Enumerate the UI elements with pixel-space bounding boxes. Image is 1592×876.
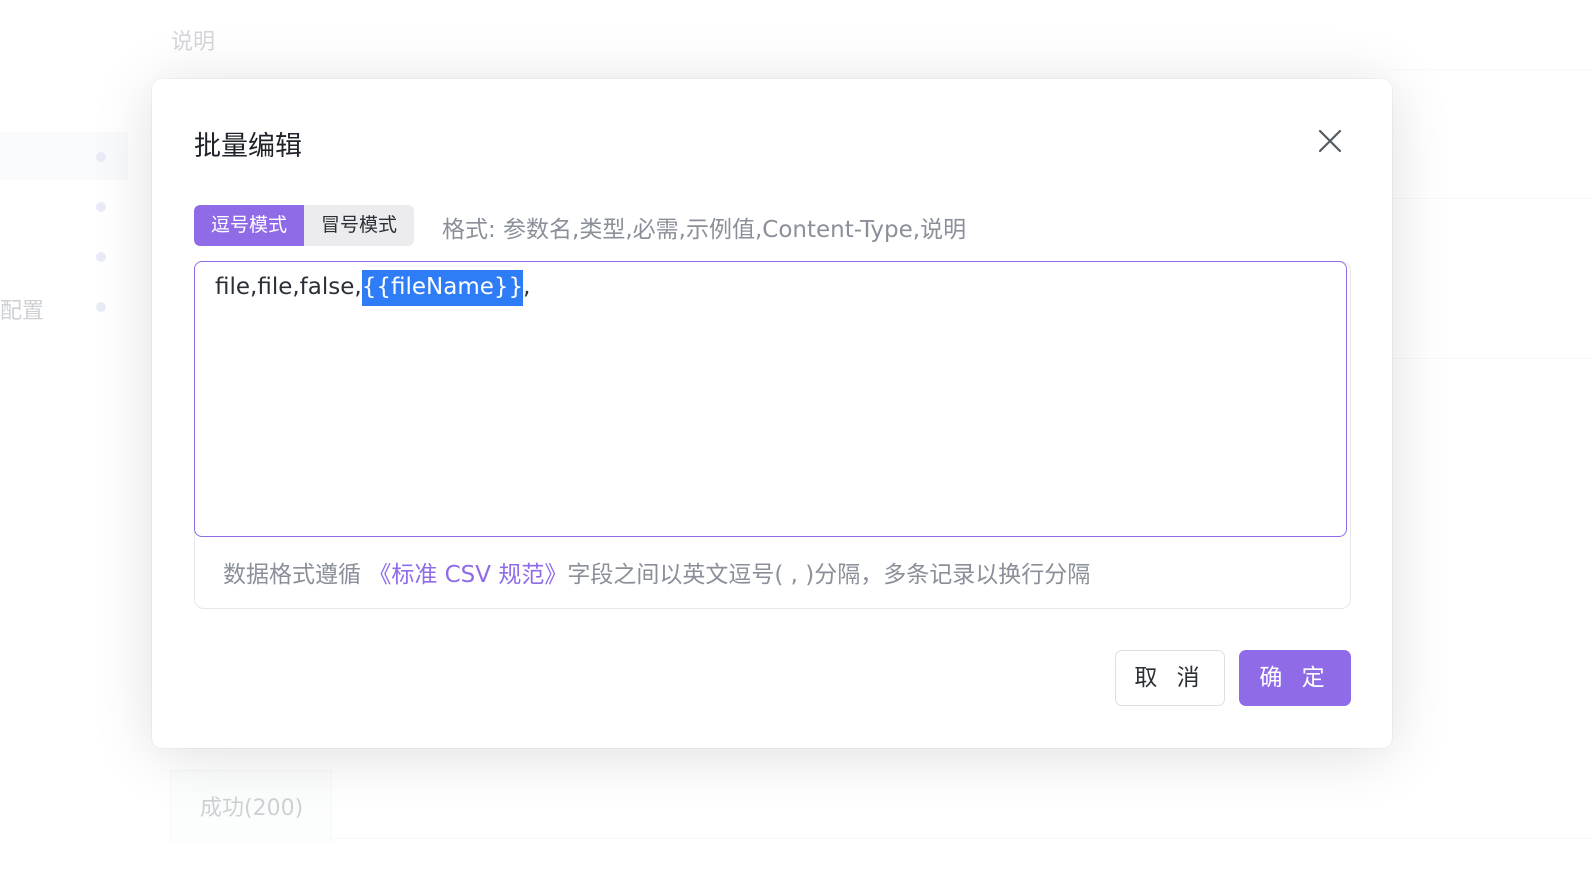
editor-text-before: file,file,false, xyxy=(215,274,362,300)
sidebar-config-label: 配置 xyxy=(0,299,45,324)
editor-text-after: , xyxy=(523,274,531,300)
editor-container: file,file,false,{{fileName}}, 数据格式遵循 《标准… xyxy=(194,261,1351,609)
sidebar-row-highlight xyxy=(0,132,128,180)
dialog-title: 批量编辑 xyxy=(194,131,302,162)
batch-edit-dialog: 批量编辑 逗号模式 冒号模式 格式: 参数名,类型,必需,示例值,Content… xyxy=(152,79,1392,748)
sidebar-dot xyxy=(96,252,106,262)
editor-content: file,file,false,{{fileName}}, xyxy=(215,270,531,306)
response-tab-label: 成功(200) xyxy=(200,796,304,821)
close-icon[interactable] xyxy=(1315,126,1345,156)
cancel-button[interactable]: 取 消 xyxy=(1115,650,1225,706)
divider xyxy=(330,838,1592,839)
mode-switch: 逗号模式 冒号模式 xyxy=(194,205,414,246)
format-hint: 格式: 参数名,类型,必需,示例值,Content-Type,说明 xyxy=(442,217,967,243)
page: 说明 配置 成功(200) 批量编辑 逗号模式 冒号模式 格式: 参数名,类型,… xyxy=(0,0,1592,876)
editor-footer-note: 数据格式遵循 《标准 CSV 规范》字段之间以英文逗号( , )分隔，多条记录以… xyxy=(223,555,1090,589)
selected-text: {{fileName}} xyxy=(361,270,524,306)
footer-prefix: 数据格式遵循 xyxy=(223,562,369,588)
colon-mode-tab[interactable]: 冒号模式 xyxy=(304,205,414,246)
footer-suffix: 字段之间以英文逗号( , )分隔，多条记录以换行分隔 xyxy=(567,562,1091,588)
divider xyxy=(1390,358,1592,359)
sidebar-dot xyxy=(96,202,106,212)
confirm-button[interactable]: 确 定 xyxy=(1239,650,1351,706)
csv-spec-link[interactable]: 《标准 CSV 规范》 xyxy=(368,562,567,588)
divider xyxy=(1390,198,1592,199)
description-column-label: 说明 xyxy=(171,30,216,55)
sidebar-dot xyxy=(96,302,106,312)
batch-text-editor[interactable]: file,file,false,{{fileName}}, xyxy=(194,261,1347,537)
sidebar-dot xyxy=(96,152,106,162)
comma-mode-tab[interactable]: 逗号模式 xyxy=(194,205,304,246)
divider xyxy=(1390,69,1592,70)
